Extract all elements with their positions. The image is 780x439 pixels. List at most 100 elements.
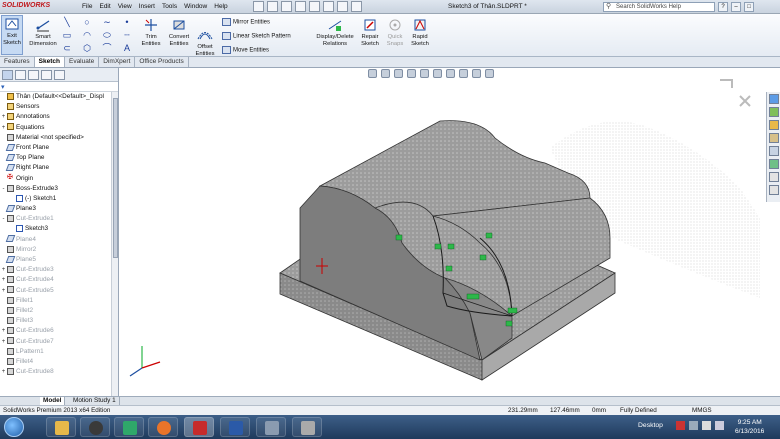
tree-item[interactable]: + Cut-Extrude3 (0, 265, 118, 275)
relation-marker[interactable] (445, 265, 453, 272)
relation-marker[interactable] (479, 254, 487, 261)
tab-office-products[interactable]: Office Products (135, 57, 189, 67)
tree-item[interactable]: + Annotations (0, 112, 118, 122)
display-delete-relations-button[interactable]: Display/Delete Relations (312, 17, 358, 47)
search-input[interactable]: Search SolidWorks Help (603, 2, 715, 12)
tree-item[interactable]: Plane4 (0, 235, 118, 245)
taskbar-app-3[interactable] (114, 417, 144, 437)
tree-item[interactable]: LPattern1 (0, 347, 118, 357)
taskbar-media-player[interactable] (80, 417, 110, 437)
trim-entities-button[interactable]: Trim Entities (138, 17, 164, 47)
taskbar-word[interactable] (220, 417, 250, 437)
menu-insert[interactable]: Insert (139, 3, 155, 10)
tree-item[interactable]: Plane5 (0, 255, 118, 265)
exit-sketch-button[interactable]: Exit Sketch (1, 15, 23, 55)
tray-volume-icon[interactable] (715, 421, 724, 430)
view-palette-icon[interactable] (769, 133, 779, 143)
relation-marker[interactable] (434, 243, 442, 250)
tray-antivirus-icon[interactable] (676, 421, 685, 430)
tray-network-icon[interactable] (702, 421, 711, 430)
open-icon[interactable] (267, 1, 278, 12)
file-explorer-icon[interactable] (769, 120, 779, 130)
select-icon[interactable] (323, 1, 334, 12)
quick-snaps-button[interactable]: Quick Snaps (384, 17, 406, 47)
display-manager-icon[interactable] (54, 70, 65, 80)
convert-entities-button[interactable]: Convert Entities (165, 17, 193, 47)
expand-toggle-icon[interactable]: + (0, 275, 7, 285)
restore-icon[interactable]: □ (744, 2, 754, 12)
tab-model[interactable]: Model (40, 397, 66, 405)
rebuild-icon[interactable] (337, 1, 348, 12)
menu-window[interactable]: Window (184, 3, 207, 10)
repair-sketch-button[interactable]: Repair Sketch (358, 17, 382, 47)
centerline-icon[interactable]: ┄ (122, 30, 132, 40)
relation-marker[interactable] (485, 232, 493, 239)
tree-item[interactable]: + Equations (0, 123, 118, 133)
expand-toggle-icon[interactable]: + (0, 112, 7, 122)
tree-item[interactable]: - Cut-Extrude1 (0, 214, 118, 224)
feature-tree-icon[interactable] (2, 70, 13, 80)
dimxpert-manager-icon[interactable] (41, 70, 52, 80)
resources-icon[interactable] (769, 94, 779, 104)
tree-item[interactable]: Plane3 (0, 204, 118, 214)
linear-sketch-pattern-button[interactable]: Linear Sketch Pattern (222, 32, 291, 40)
tree-item[interactable]: + Cut-Extrude8 (0, 367, 118, 377)
arc-icon[interactable]: ◠ (82, 30, 92, 40)
tree-item[interactable]: ✠ Origin (0, 174, 118, 184)
menu-help[interactable]: Help (214, 3, 227, 10)
tab-dimxpert[interactable]: DimXpert (99, 57, 136, 67)
scrollbar-thumb[interactable] (113, 98, 118, 258)
close-sketch-icon[interactable] (739, 95, 751, 107)
tab-motion-study-1[interactable]: Motion Study 1 (70, 397, 120, 405)
tree-item[interactable]: + Cut-Extrude6 (0, 326, 118, 336)
tree-item[interactable]: Fillet3 (0, 316, 118, 326)
unit-system[interactable]: MMGS (692, 406, 712, 415)
tab-features[interactable]: Features (0, 57, 35, 67)
rapid-sketch-button[interactable]: Rapid Sketch (408, 17, 432, 47)
expand-toggle-icon[interactable]: + (0, 337, 7, 347)
model-view[interactable] (120, 68, 766, 396)
tree-item[interactable]: Right Plane (0, 163, 118, 173)
taskbar-app-7[interactable] (256, 417, 286, 437)
relation-marker[interactable] (466, 293, 480, 300)
graphics-area[interactable] (120, 68, 766, 396)
tree-item[interactable]: Front Plane (0, 143, 118, 153)
print-icon[interactable] (295, 1, 306, 12)
tree-item[interactable]: + Cut-Extrude7 (0, 337, 118, 347)
relation-marker[interactable] (395, 234, 403, 241)
expand-toggle-icon[interactable]: + (0, 123, 7, 133)
line-icon[interactable]: ╲ (62, 17, 72, 27)
tree-item[interactable]: + Cut-Extrude5 (0, 286, 118, 296)
tree-scrollbar[interactable] (111, 92, 118, 396)
taskbar-app-8[interactable] (292, 417, 322, 437)
tree-item[interactable]: Fillet1 (0, 296, 118, 306)
clock[interactable]: 9:25 AM 6/13/2016 (735, 418, 764, 436)
circle-icon[interactable]: ○ (82, 17, 92, 27)
taskbar-explorer[interactable] (46, 417, 76, 437)
expand-toggle-icon[interactable]: + (0, 265, 7, 275)
expand-toggle-icon[interactable]: - (0, 214, 7, 224)
tree-item[interactable]: + Cut-Extrude4 (0, 275, 118, 285)
relation-marker[interactable] (507, 307, 518, 314)
menu-tools[interactable]: Tools (162, 3, 177, 10)
minimize-icon[interactable]: – (731, 2, 741, 12)
text-icon[interactable]: A (122, 43, 132, 53)
tab-sketch[interactable]: Sketch (34, 57, 65, 67)
tree-item[interactable]: (-) Sketch1 (0, 194, 118, 204)
taskbar-solidworks[interactable] (184, 417, 214, 437)
expand-toggle-icon[interactable]: + (0, 326, 7, 336)
expand-toggle-icon[interactable]: + (0, 367, 7, 377)
tree-item[interactable]: Thân (Default<<Default>_Displ (0, 92, 118, 102)
save-icon[interactable] (281, 1, 292, 12)
sketch-fillet-icon[interactable]: ⌒ (102, 43, 112, 53)
rectangle-icon[interactable]: ▭ (62, 30, 72, 40)
tree-item[interactable]: - Boss-Extrude3 (0, 184, 118, 194)
tree-item[interactable]: Fillet2 (0, 306, 118, 316)
undo-icon[interactable] (309, 1, 320, 12)
tree-item[interactable]: Sensors (0, 102, 118, 112)
ellipse-icon[interactable]: ⬭ (102, 30, 112, 40)
desktop-toolbar-label[interactable]: Desktop (638, 422, 663, 429)
relation-marker[interactable] (505, 320, 513, 327)
smart-dimension-button[interactable]: Smart Dimension (27, 17, 59, 47)
new-document-icon[interactable] (253, 1, 264, 12)
